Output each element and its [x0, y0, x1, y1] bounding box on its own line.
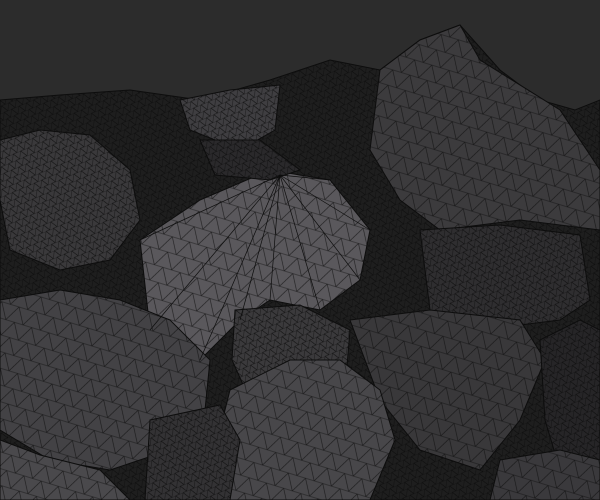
rock-pile-render [0, 0, 600, 500]
rock-10-wireframe [145, 405, 240, 500]
rock-pile-wireframe [0, 0, 600, 500]
